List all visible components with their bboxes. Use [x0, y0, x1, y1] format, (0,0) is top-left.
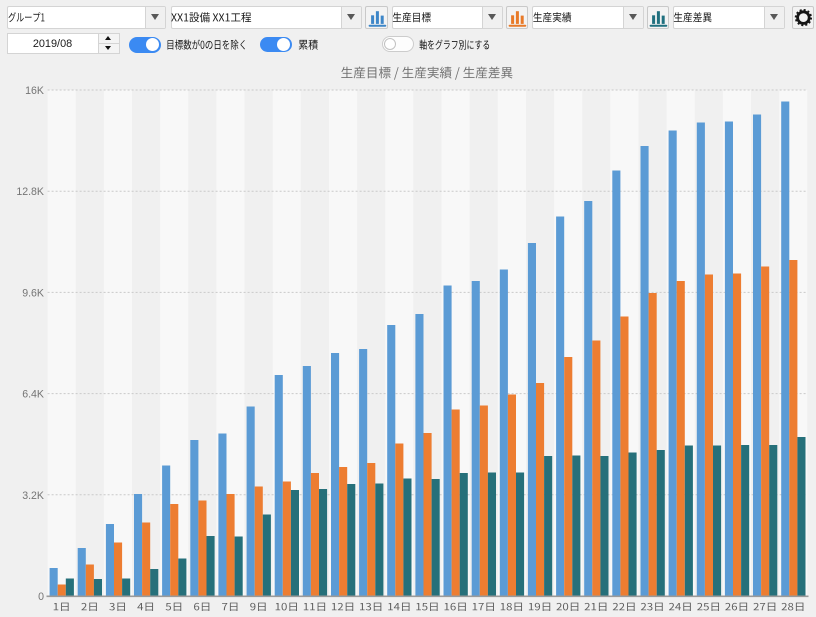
svg-text:3.2K: 3.2K — [22, 490, 44, 502]
svg-text:9.6K: 9.6K — [22, 287, 44, 299]
svg-text:16K: 16K — [25, 85, 44, 97]
svg-text:0: 0 — [38, 591, 44, 603]
svg-text:12.8K: 12.8K — [16, 186, 44, 198]
svg-text:6.4K: 6.4K — [22, 389, 44, 401]
